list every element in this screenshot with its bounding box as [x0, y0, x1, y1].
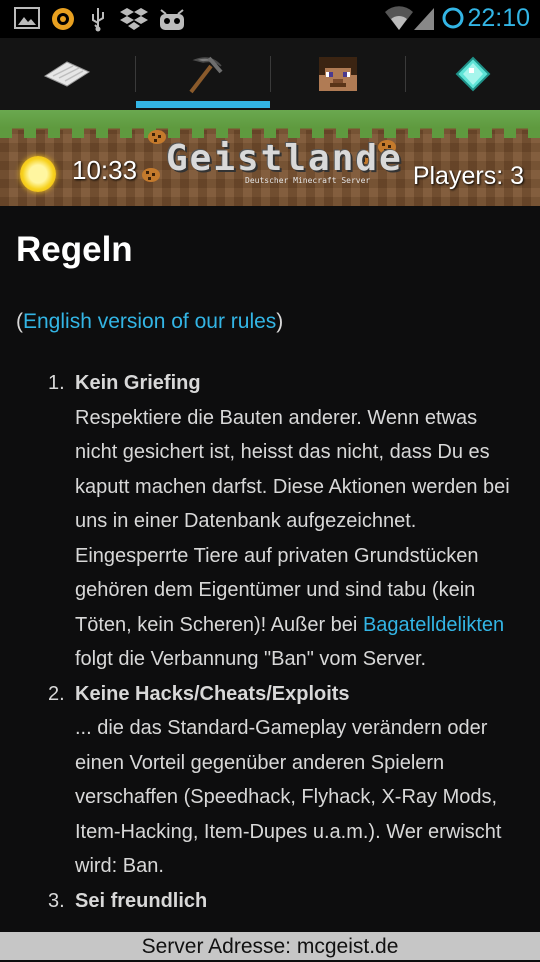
list-item: 2. Keine Hacks/Cheats/Exploits ... die d…: [0, 677, 540, 884]
rule-text: Respektiere die Bauten anderer. Wenn etw…: [75, 401, 520, 677]
cookie-icon: [142, 168, 160, 182]
rule-text: ... die das Standard-Gameplay verändern …: [75, 711, 520, 884]
sync-ring-icon: [440, 5, 466, 36]
signal-icon: [412, 4, 436, 37]
paren-close: ): [276, 310, 284, 333]
list-item: 3. Sei freundlich: [0, 884, 540, 919]
rule-title: Kein Griefing: [75, 372, 201, 394]
dropbox-icon: [120, 6, 148, 37]
language-note: (English version of our rules): [16, 310, 283, 334]
server-address-footer: Server Adresse: mcgeist.de: [0, 932, 540, 960]
tab-diamond[interactable]: [406, 38, 540, 110]
server-logo: Geistlande: [166, 138, 403, 179]
tab-bar: [0, 38, 540, 110]
english-version-link[interactable]: English version of our rules: [23, 310, 276, 333]
server-logo-subtitle: Deutscher Minecraft Server: [245, 176, 371, 185]
ingame-time: 10:33: [72, 155, 138, 185]
rule-title: Keine Hacks/Cheats/Exploits: [75, 682, 350, 705]
wifi-icon: [384, 4, 414, 37]
gallery-icon: [14, 6, 40, 35]
bagatelldelikte-link[interactable]: Bagatelldelikten: [363, 614, 504, 636]
tab-selected-indicator: [136, 101, 270, 108]
rules-list: 1. Kein Griefing Respektiere die Bauten …: [0, 366, 540, 918]
rules-content[interactable]: Regeln (English version of our rules) 1.…: [0, 206, 540, 932]
paren-open: (: [16, 310, 23, 333]
rule-title: Sei freundlich: [75, 889, 208, 912]
rule-text-part: folgt die Verbannung "Ban" vom Server.: [75, 648, 427, 670]
usb-icon: [88, 6, 108, 37]
tab-players[interactable]: [271, 38, 405, 110]
status-time: 22:10: [467, 4, 530, 32]
cookie-icon: [148, 130, 166, 144]
grass-edge: [0, 128, 540, 138]
rule-text-part: ... die das Standard-Gameplay verändern …: [75, 717, 502, 877]
android-face-icon: [158, 6, 186, 37]
rule-text-part: Respektiere die Bauten anderer. Wenn etw…: [75, 406, 510, 636]
rule-number: 1.: [48, 372, 65, 394]
sun-icon: [20, 156, 56, 192]
tab-map[interactable]: [0, 38, 134, 110]
player-count: Players: 3: [412, 162, 524, 190]
page-title: Regeln: [16, 230, 133, 269]
browser-icon: [50, 6, 76, 37]
status-bar: 22:10: [0, 0, 540, 38]
tab-pickaxe[interactable]: [136, 38, 270, 110]
rule-number: 3.: [48, 889, 65, 912]
rule-number: 2.: [48, 682, 65, 705]
list-item: 1. Kein Griefing Respektiere die Bauten …: [0, 366, 540, 677]
